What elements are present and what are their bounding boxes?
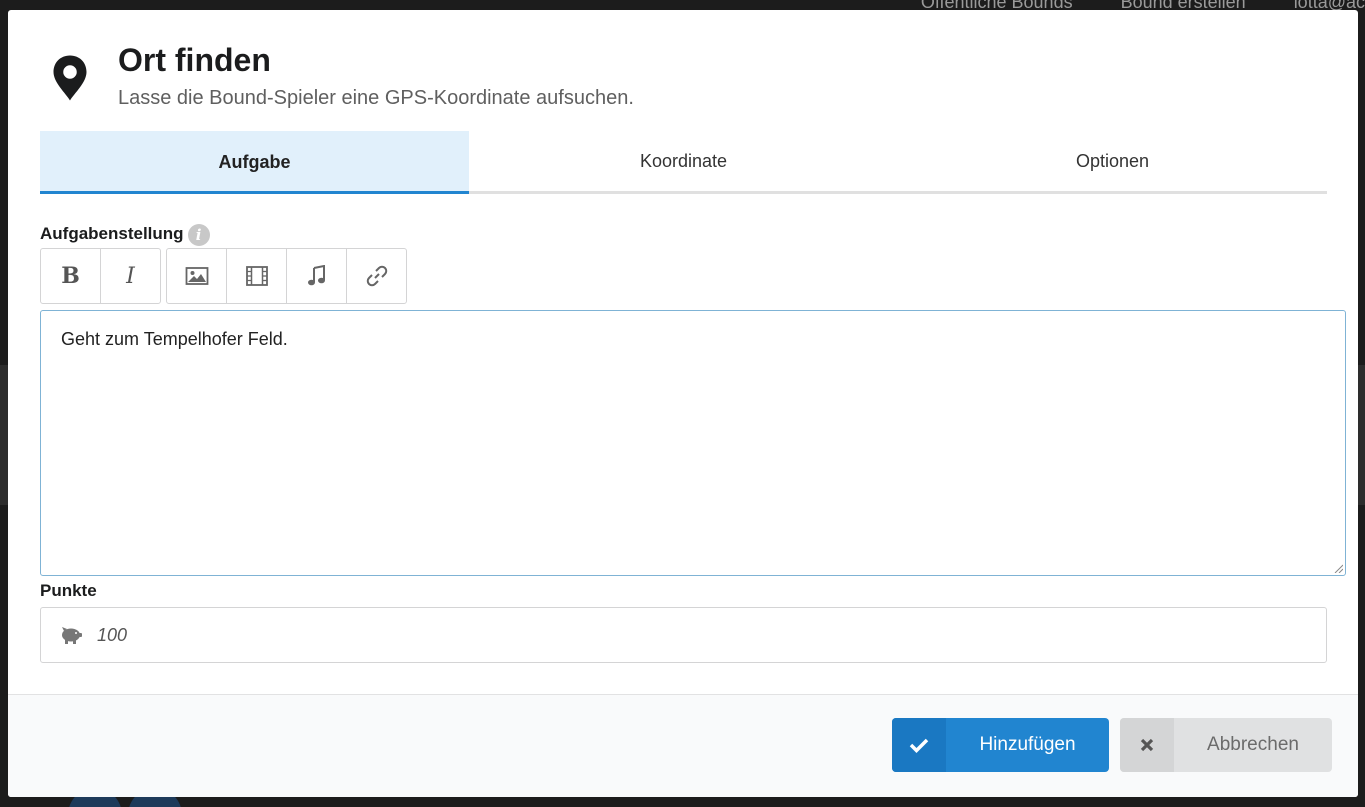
cancel-button[interactable]: Abbrechen <box>1120 718 1332 772</box>
info-icon[interactable]: i <box>187 224 210 246</box>
italic-button[interactable]: I <box>101 249 160 303</box>
insert-audio-button[interactable] <box>287 249 347 303</box>
modal-header: Ort finden Lasse die Bound-Spieler eine … <box>46 42 634 114</box>
editor-toolbar: B I <box>40 248 407 304</box>
film-icon <box>245 266 268 286</box>
cancel-button-label: Abbrechen <box>1207 734 1299 755</box>
add-task-modal: Ort finden Lasse die Bound-Spieler eine … <box>8 10 1358 797</box>
music-icon <box>307 265 325 286</box>
modal-footer: Hinzufügen Abbrechen <box>8 694 1358 797</box>
task-text-editor[interactable]: Geht zum Tempelhofer Feld. <box>40 310 1346 576</box>
modal-title: Ort finden <box>118 42 271 78</box>
bold-button[interactable]: B <box>41 249 101 303</box>
piggy-bank-icon <box>62 627 82 644</box>
text-format-group: B I <box>40 248 161 304</box>
add-button[interactable]: Hinzufügen <box>892 718 1109 772</box>
checkmark-icon <box>892 718 946 772</box>
tab-bar: Aufgabe Koordinate Optionen <box>40 131 1327 194</box>
insert-link-button[interactable] <box>347 249 406 303</box>
media-group <box>166 248 407 304</box>
resize-grip-icon[interactable] <box>1333 563 1343 573</box>
tab-aufgabe[interactable]: Aufgabe <box>40 131 469 194</box>
insert-video-button[interactable] <box>227 249 287 303</box>
task-label-text: Aufgabenstellung <box>40 224 184 243</box>
image-icon <box>185 267 208 285</box>
task-label: Aufgabenstellung i <box>40 222 210 246</box>
modal-subtitle: Lasse die Bound-Spieler eine GPS-Koordin… <box>118 87 634 109</box>
points-field[interactable]: 100 <box>40 607 1327 663</box>
task-text: Geht zum Tempelhofer Feld. <box>61 329 288 349</box>
insert-image-button[interactable] <box>167 249 227 303</box>
tab-koordinate[interactable]: Koordinate <box>469 131 898 191</box>
points-value: 100 <box>97 624 128 645</box>
tab-optionen[interactable]: Optionen <box>898 131 1327 191</box>
map-marker-icon <box>53 55 87 101</box>
points-label: Punkte <box>40 581 97 600</box>
add-button-label: Hinzufügen <box>979 734 1076 755</box>
link-icon <box>366 265 387 287</box>
close-icon <box>1120 718 1174 772</box>
